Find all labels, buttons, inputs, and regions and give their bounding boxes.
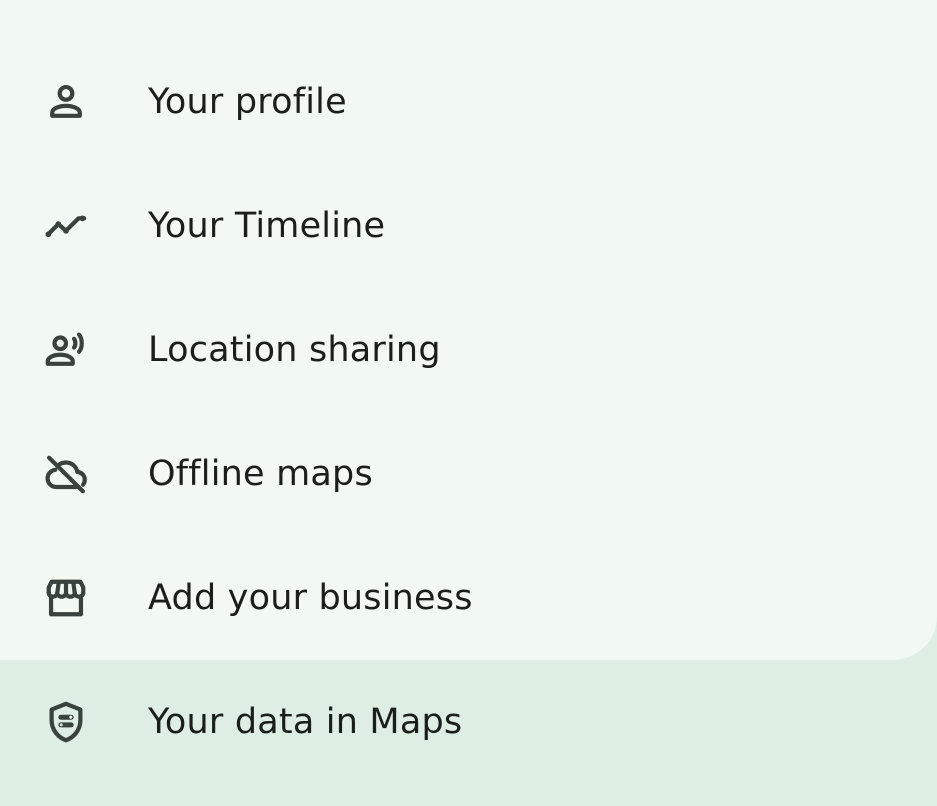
menu-item-label: Your profile: [148, 82, 347, 122]
menu-item-label: Your data in Maps: [148, 702, 463, 742]
menu-item-label: Offline maps: [148, 454, 373, 494]
person-icon: [40, 76, 92, 128]
menu-item-your-data-in-maps[interactable]: Your data in Maps: [0, 660, 937, 784]
menu-item-your-profile[interactable]: Your profile: [0, 40, 937, 164]
menu-item-label: Location sharing: [148, 330, 441, 370]
storefront-icon: [40, 572, 92, 624]
menu-item-label: Add your business: [148, 578, 473, 618]
menu-item-your-timeline[interactable]: Your Timeline: [0, 164, 937, 288]
menu-item-label: Your Timeline: [148, 206, 386, 246]
timeline-icon: [40, 200, 92, 252]
menu-item-offline-maps[interactable]: Offline maps: [0, 412, 937, 536]
menu-item-add-your-business[interactable]: Add your business: [0, 536, 937, 660]
shield-icon: [40, 696, 92, 748]
location-sharing-icon: [40, 324, 92, 376]
offline-cloud-icon: [40, 448, 92, 500]
account-menu-screen: Your profile Your Timeline Location shar…: [0, 0, 937, 806]
menu-item-location-sharing[interactable]: Location sharing: [0, 288, 937, 412]
